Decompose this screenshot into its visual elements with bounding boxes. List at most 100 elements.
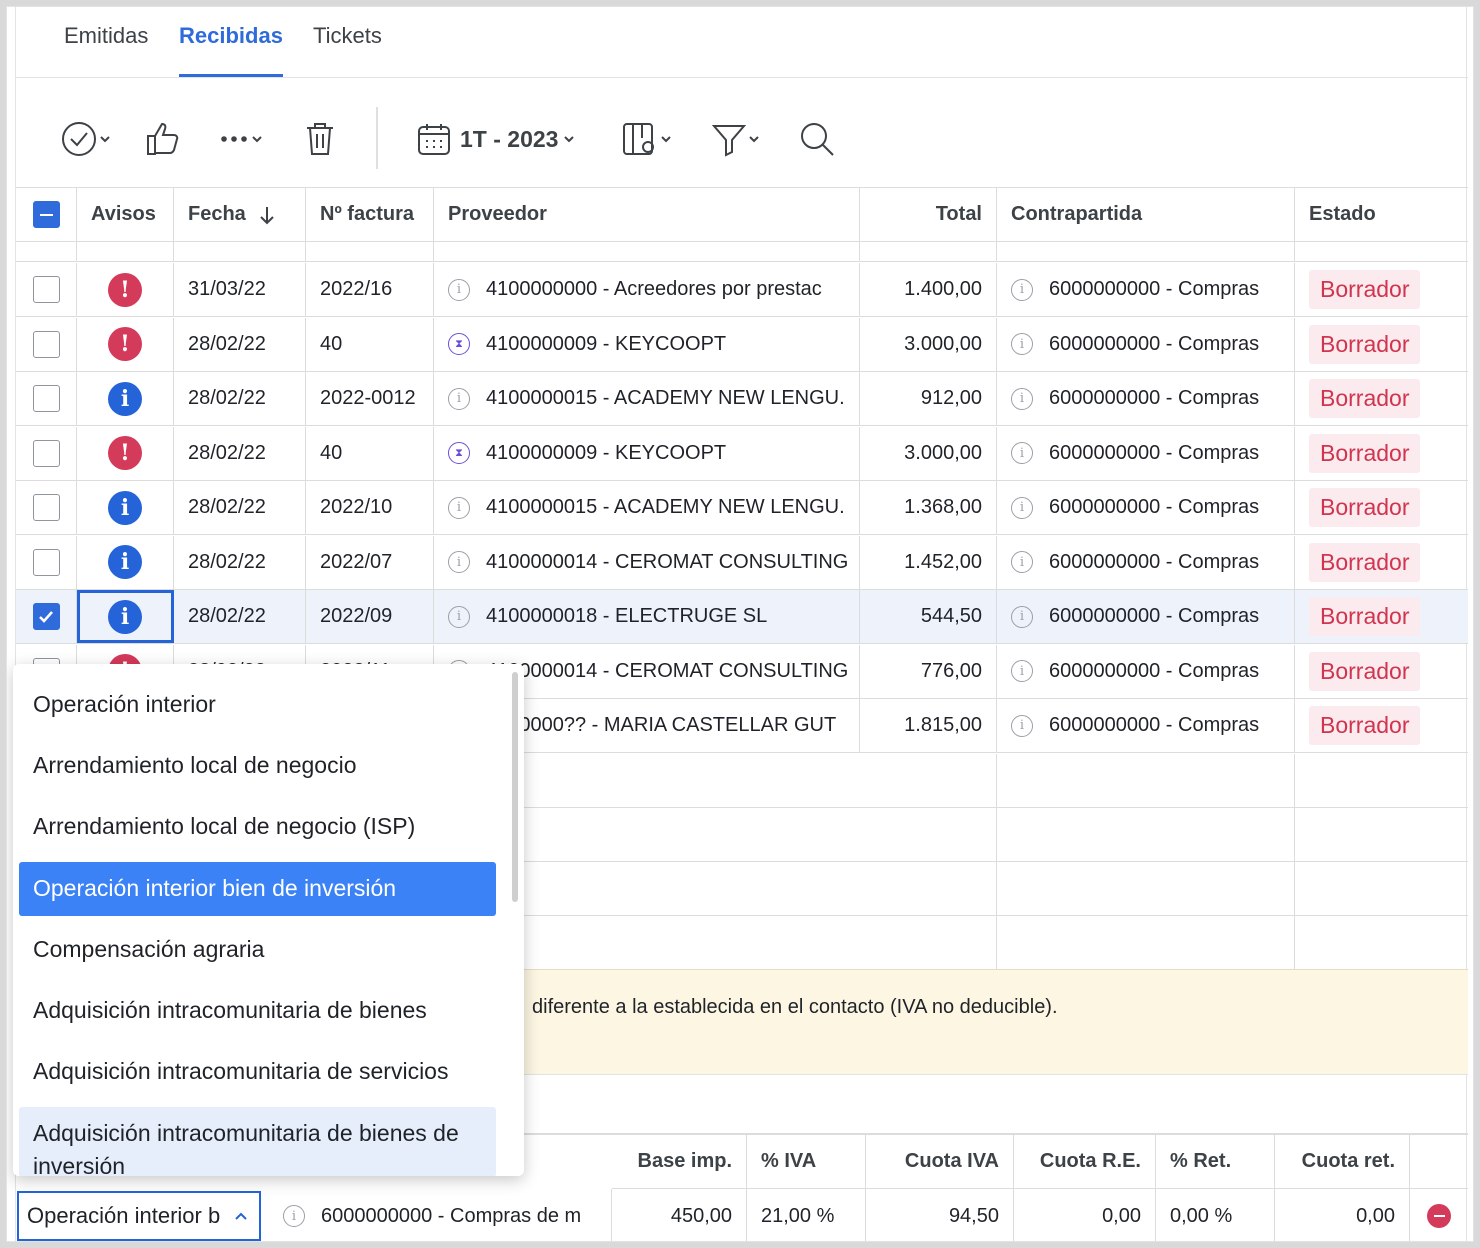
dropdown-scrollbar[interactable] (512, 672, 518, 902)
search-button[interactable] (798, 117, 836, 161)
info-icon[interactable]: i (1011, 714, 1033, 737)
filter-button[interactable] (711, 117, 761, 161)
account-cell[interactable]: i 6000000000 - Compras de m (269, 1189, 612, 1241)
table-row[interactable]: ! 28/02/22 40 ⧗ 4100000009 - KEYCOOPT 3.000,0… (16, 426, 1468, 481)
header-cuota-re: Cuota R.E. (1014, 1135, 1156, 1189)
info-icon[interactable]: i (1011, 496, 1033, 519)
row-proveedor-cell: i 4100000018 - ELECTRUGE SL (434, 590, 860, 643)
row-select-cell (16, 242, 77, 261)
contrapartida-value: 6000000000 - Compras (1049, 387, 1260, 409)
period-label: 1T - 2023 (460, 125, 559, 152)
row-checkbox[interactable] (32, 548, 60, 576)
remove-line-icon[interactable] (1427, 1204, 1451, 1228)
tab-tickets[interactable]: Tickets (313, 23, 382, 77)
row-contrapartida-cell: i 6000000000 - Compras (997, 644, 1295, 698)
info-icon[interactable]: i (1011, 442, 1033, 464)
info-alert-icon[interactable]: i (108, 599, 142, 634)
table-row[interactable]: i 28/02/22 2022/09 i 4100000018 - ELECTRUGE … (16, 590, 1468, 644)
row-factura-cell: 2022/16 (306, 263, 434, 316)
table-row[interactable]: i 28/02/22 2022-0012 i 4100000015 - ACADEMY … (16, 372, 1468, 426)
error-alert-icon[interactable]: ! (108, 436, 142, 470)
row-contrapartida-cell: i 6000000000 - Compras (997, 535, 1295, 589)
header-proveedor[interactable]: Proveedor (434, 188, 860, 241)
period-selector[interactable]: 1T - 2023 (416, 117, 576, 161)
toolbar-divider (376, 107, 378, 169)
hourglass-icon[interactable]: ⧗ (448, 333, 470, 355)
row-contrapartida-cell: i 6000000000 - Compras (997, 426, 1295, 480)
empty-contrapartida-cell (997, 754, 1295, 807)
option-adquisicion-intracomunitaria-servicios[interactable]: Adquisición intracomunitaria de servicio… (19, 1045, 496, 1099)
contrapartida-value: 6000000000 - Compras (1049, 659, 1260, 682)
cuota-ret-cell[interactable]: 0,00 (1275, 1189, 1410, 1241)
header-estado[interactable]: Estado (1295, 188, 1468, 241)
row-aviso-cell: i (77, 535, 174, 589)
row-checkbox[interactable] (32, 276, 60, 303)
option-compensacion-agraria[interactable]: Compensación agraria (19, 923, 496, 977)
info-icon[interactable]: i (1011, 278, 1033, 301)
header-avisos[interactable]: Avisos (77, 188, 174, 241)
approve-menu-button[interactable] (60, 117, 112, 161)
info-icon[interactable]: i (448, 496, 470, 519)
base-imp-cell[interactable]: 450,00 (612, 1189, 747, 1241)
header-factura[interactable]: Nº factura (306, 188, 434, 241)
header-fecha[interactable]: Fecha (174, 188, 306, 241)
row-aviso-cell (77, 242, 174, 261)
ret-pct-cell[interactable]: 0,00 % (1156, 1189, 1275, 1241)
iva-pct-cell[interactable]: 21,00 % (747, 1189, 866, 1241)
table-row[interactable]: ! 31/03/22 2022/16 i 4100000000 - Acreedores… (16, 263, 1468, 317)
info-icon[interactable]: i (1011, 333, 1033, 355)
row-checkbox[interactable] (32, 494, 60, 521)
tab-emitidas[interactable]: Emitidas (64, 23, 148, 77)
cuota-iva-cell[interactable]: 94,50 (866, 1189, 1014, 1241)
row-estado-cell: Borrador (1295, 590, 1468, 643)
header-contrapartida[interactable]: Contrapartida (997, 188, 1295, 241)
hourglass-icon[interactable]: ⧗ (448, 442, 470, 464)
info-icon[interactable]: i (1011, 387, 1033, 410)
table-row[interactable]: i 28/02/22 2022/07 i 4100000014 - CEROMAT CO… (16, 535, 1468, 590)
info-alert-icon[interactable]: i (108, 490, 142, 525)
info-icon[interactable]: i (448, 551, 470, 573)
option-arrendamiento-local-isp[interactable]: Arrendamiento local de negocio (ISP) (19, 800, 496, 854)
row-total-cell: 1.368,00 (860, 481, 997, 534)
operation-type-select[interactable]: Operación interior b (17, 1191, 261, 1241)
contrapartida-value: 6000000000 - Compras (1049, 605, 1260, 627)
row-checkbox[interactable] (32, 603, 60, 630)
info-icon[interactable]: i (1011, 605, 1033, 628)
row-fecha-cell: 28/02/22 (174, 372, 306, 425)
row-fecha-cell: 28/02/22 (174, 317, 306, 371)
info-alert-icon[interactable]: i (108, 381, 142, 416)
table-row[interactable]: ! 28/02/22 40 ⧗ 4100000009 - KEYCOOPT 3.000,0… (16, 317, 1468, 372)
tab-recibidas[interactable]: Recibidas (179, 23, 283, 77)
delete-button[interactable] (303, 117, 337, 161)
option-operacion-interior-bien-inversion[interactable]: Operación interior bien de inversión (19, 862, 496, 916)
info-icon[interactable]: i (448, 387, 470, 410)
cuota-re-cell[interactable]: 0,00 (1014, 1189, 1156, 1241)
info-icon[interactable]: i (448, 605, 470, 628)
row-estado-cell: Borrador (1295, 427, 1468, 480)
row-estado-cell: Borrador (1295, 481, 1468, 534)
option-adquisicion-intracomunitaria-bienes[interactable]: Adquisición intracomunitaria de bienes (19, 984, 496, 1038)
error-alert-icon[interactable]: ! (108, 272, 142, 307)
row-checkbox[interactable] (32, 330, 60, 358)
error-alert-icon[interactable]: ! (108, 327, 142, 361)
info-icon[interactable]: i (448, 278, 470, 301)
option-adquisicion-intracomunitaria-bienes-inversion[interactable]: Adquisición intracomunitaria de bienes d… (19, 1107, 496, 1176)
info-alert-icon[interactable]: i (108, 545, 142, 579)
header-total[interactable]: Total (860, 188, 997, 241)
more-actions-button[interactable] (220, 117, 264, 161)
row-checkbox[interactable] (32, 439, 60, 467)
filter-icon (711, 125, 747, 157)
columns-settings-icon (623, 123, 654, 155)
like-button[interactable] (144, 117, 182, 161)
column-settings-button[interactable] (621, 117, 673, 161)
table-row[interactable]: i 28/02/22 2022/10 i 4100000015 - ACADEMY NE… (16, 481, 1468, 535)
row-checkbox[interactable] (32, 385, 60, 412)
row-sel-cell (16, 317, 77, 371)
row-aviso-cell: ! (77, 317, 174, 371)
check-circle-icon (62, 122, 96, 156)
option-arrendamiento-local[interactable]: Arrendamiento local de negocio (19, 739, 496, 793)
option-operacion-interior[interactable]: Operación interior (19, 678, 496, 732)
info-icon[interactable]: i (1011, 551, 1033, 573)
info-icon[interactable]: i (1011, 660, 1033, 682)
select-all-checkbox[interactable] (32, 201, 60, 228)
